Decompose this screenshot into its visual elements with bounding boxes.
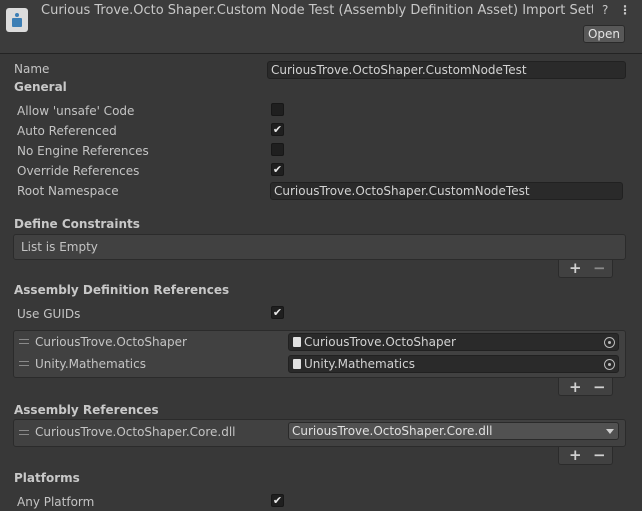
asmdef-ref-label-1: Unity.Mathematics [35, 357, 146, 371]
asmdef-ref-value-0: CuriousTrove.OctoShaper [304, 335, 456, 349]
override-references-label: Override References [17, 164, 140, 178]
inspector-title: Curious Trove.Octo Shaper.Custom Node Te… [41, 3, 593, 18]
define-constraints-title: Define Constraints [14, 217, 140, 231]
use-guids-label: Use GUIDs [17, 307, 81, 321]
drag-handle-icon[interactable] [19, 361, 29, 366]
add-constraint-button[interactable]: + [569, 261, 582, 276]
assembly-ref-dropdown-0[interactable]: CuriousTrove.OctoShaper.Core.dll [288, 422, 619, 440]
remove-assembly-reference-button[interactable]: − [593, 448, 606, 463]
no-engine-references-checkbox[interactable] [271, 143, 284, 156]
file-icon [293, 337, 301, 347]
no-engine-references-label: No Engine References [17, 144, 149, 158]
assembly-ref-value-0: CuriousTrove.OctoShaper.Core.dll [292, 424, 493, 438]
any-platform-checkbox[interactable]: ✔ [271, 494, 284, 507]
platforms-title: Platforms [14, 471, 80, 485]
object-picker-icon[interactable] [604, 337, 615, 348]
file-icon [293, 359, 301, 369]
drag-handle-icon[interactable] [19, 430, 29, 435]
asmdef-ref-field-1[interactable]: Unity.Mathematics [288, 355, 619, 373]
chevron-down-icon [606, 429, 614, 434]
auto-referenced-label: Auto Referenced [17, 124, 117, 138]
help-icon[interactable]: ? [602, 3, 608, 17]
drag-handle-icon[interactable] [19, 339, 29, 344]
asmdef-ref-field-0[interactable]: CuriousTrove.OctoShaper [288, 333, 619, 351]
root-namespace-field[interactable]: CuriousTrove.OctoShaper.CustomNodeTest [270, 182, 623, 200]
auto-referenced-checkbox[interactable]: ✔ [271, 123, 284, 136]
add-assembly-reference-button[interactable]: + [569, 448, 582, 463]
asmdef-references-title: Assembly Definition References [14, 283, 230, 297]
assembly-definition-icon [6, 8, 28, 32]
remove-constraint-button[interactable]: − [593, 261, 606, 276]
define-constraints-list [13, 234, 626, 260]
general-section-title: General [14, 80, 67, 94]
allow-unsafe-checkbox[interactable] [271, 103, 284, 116]
object-picker-icon[interactable] [604, 359, 615, 370]
use-guids-checkbox[interactable]: ✔ [271, 306, 284, 319]
name-field[interactable]: CuriousTrove.OctoShaper.CustomNodeTest [267, 61, 626, 79]
any-platform-label: Any Platform [17, 495, 95, 509]
add-asmdef-reference-button[interactable]: + [569, 380, 582, 395]
override-references-checkbox[interactable]: ✔ [271, 163, 284, 176]
kebab-menu-icon[interactable]: ⋮ [619, 3, 631, 17]
name-label: Name [14, 62, 50, 76]
allow-unsafe-label: Allow 'unsafe' Code [17, 104, 135, 118]
remove-asmdef-reference-button[interactable]: − [593, 380, 606, 395]
list-empty-text: List is Empty [21, 240, 98, 254]
assembly-ref-label-0: CuriousTrove.OctoShaper.Core.dll [35, 425, 236, 439]
asmdef-ref-label-0: CuriousTrove.OctoShaper [35, 335, 187, 349]
assembly-references-title: Assembly References [14, 403, 159, 417]
open-button[interactable]: Open [583, 25, 625, 43]
root-namespace-label: Root Namespace [17, 184, 119, 198]
asmdef-ref-value-1: Unity.Mathematics [304, 357, 415, 371]
